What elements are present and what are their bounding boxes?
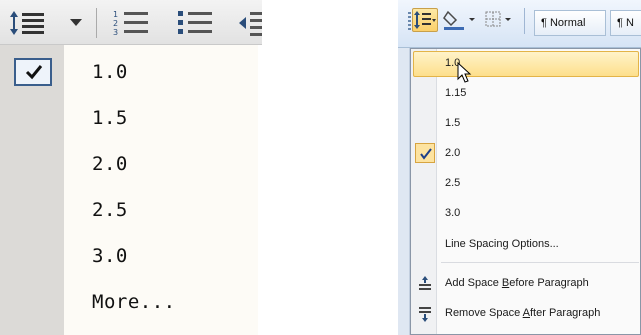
dropdown-arrow-icon[interactable] [70,19,82,26]
left-menu-item-1-0[interactable]: 1.0 [0,49,258,95]
right-menu-item-1-5[interactable]: 1.5 [411,109,641,139]
right-menu-item-3-0[interactable]: 3.0 [411,199,641,229]
remove-space-after-item[interactable]: Remove Space After Paragraph [411,299,641,329]
right-menu-item-1-15[interactable]: 1.15 [411,79,641,109]
toolbar-grip[interactable] [408,12,411,30]
left-menu-item-more[interactable]: More... [0,279,258,325]
svg-text:2: 2 [113,19,118,28]
checkmark-box [14,58,52,86]
decrease-indent-button[interactable] [236,7,262,39]
left-menu-item-1-5[interactable]: 1.5 [0,95,258,141]
svg-text:3: 3 [113,28,118,37]
left-menu-item-label: 1.0 [92,61,128,83]
style-normal-button[interactable]: ¶ Normal [534,10,606,36]
left-line-spacing-menu: 1.0 1.5 2.0 2.5 3.0 More... [0,45,258,335]
right-menu-item-label: 1.5 [445,117,461,129]
ribbon-toolbar: ¶ Normal ¶ N [398,0,641,48]
numbered-list-button[interactable]: 1 2 3 [112,7,152,39]
left-toolbar: 1 2 3 [0,0,262,45]
left-menu-item-label: 2.5 [92,199,128,221]
left-menu-item-2-0[interactable]: 2.0 [0,141,258,187]
shading-icon [443,10,475,30]
right-menu-item-1-0[interactable]: 1.0 [411,49,641,79]
line-spacing-options-item[interactable]: Line Spacing Options... [411,230,641,260]
right-menu-item-label: 3.0 [445,207,461,219]
style-next-button[interactable]: ¶ N [610,10,641,36]
decrease-indent-icon [239,12,262,36]
left-menu-item-label: 2.0 [92,153,128,175]
remove-space-after-label: Remove Space After Paragraph [445,307,601,319]
left-menu-item-label: 3.0 [92,245,128,267]
right-line-spacing-panel: ¶ Normal ¶ N 1.0 1.15 1.5 2.0 2.5 3.0 Li… [398,0,641,335]
line-spacing-options-label: Line Spacing Options... [445,238,559,250]
borders-button[interactable] [484,8,516,32]
checkmark-box [415,143,435,163]
shading-button[interactable] [442,8,482,32]
add-space-before-label: Add Space Before Paragraph [445,277,589,289]
right-menu-item-2-0[interactable]: 2.0 [411,139,641,169]
toolbar-separator [96,8,97,38]
bullet-list-icon [178,11,212,34]
line-spacing-icon [10,11,44,35]
add-space-before-item[interactable]: Add Space Before Paragraph [411,269,641,299]
right-menu-item-label: 2.0 [445,147,461,159]
left-menu-item-label: More... [92,291,176,313]
numbered-list-icon: 1 2 3 [113,10,148,37]
remove-space-after-icon [419,307,431,322]
bullet-list-button[interactable] [176,7,216,39]
left-line-spacing-panel: 1 2 3 1.0 1.5 2.0 2.5 3.0 More... [0,0,262,335]
line-spacing-icon [414,11,436,29]
checkmark-icon [420,148,432,160]
left-menu-item-2-5[interactable]: 2.5 [0,187,258,233]
right-line-spacing-menu: 1.0 1.15 1.5 2.0 2.5 3.0 Line Spacing Op… [410,48,641,335]
right-menu-item-label: 2.5 [445,177,461,189]
mouse-cursor-icon [457,62,472,83]
line-spacing-button[interactable] [412,8,438,32]
checkmark-icon [25,65,43,80]
right-menu-item-2-5[interactable]: 2.5 [411,169,641,199]
menu-separator [441,262,639,263]
right-menu-item-label: 1.15 [445,87,467,99]
borders-icon [485,11,511,27]
toolbar-separator [524,8,525,34]
left-menu-item-3-0[interactable]: 3.0 [0,233,258,279]
document-edge [398,48,410,335]
add-space-before-icon [419,276,431,290]
left-menu-item-label: 1.5 [92,107,128,129]
line-spacing-button[interactable] [4,7,94,39]
svg-text:1: 1 [113,10,118,19]
